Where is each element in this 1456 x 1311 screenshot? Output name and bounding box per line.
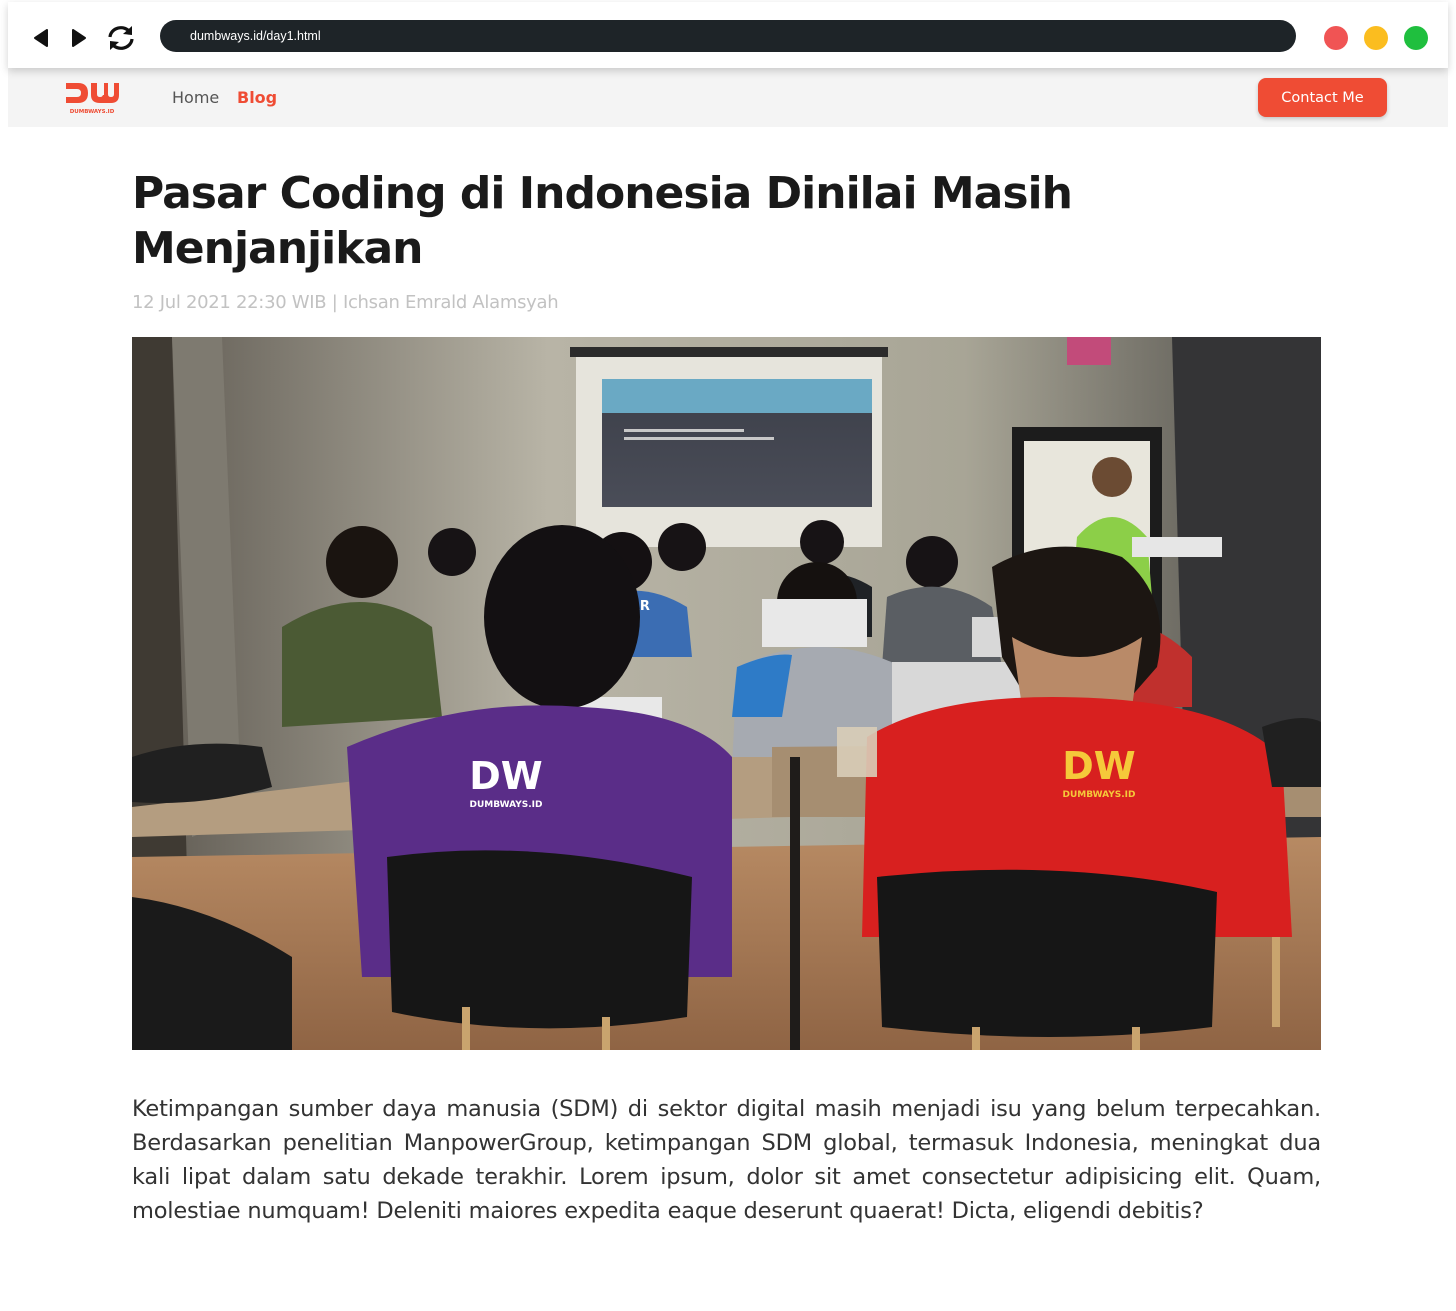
nav-link-blog[interactable]: Blog [237, 88, 277, 107]
back-arrow-icon[interactable] [26, 23, 56, 53]
site-navbar: DUMBWAYS.ID Home Blog Contact Me [8, 68, 1448, 127]
minimize-window-dot[interactable] [1364, 26, 1388, 50]
left-shirt-logo: DW [469, 754, 542, 798]
article-title: Pasar Coding di Indonesia Dinilai Masih … [132, 168, 1073, 274]
left-shirt-caption: DUMBWAYS.ID [470, 800, 543, 810]
dumbways-logo[interactable]: DUMBWAYS.ID [64, 80, 120, 116]
blog-article: Pasar Coding di Indonesia Dinilai Masih … [132, 166, 1322, 1224]
logo-caption: DUMBWAYS.ID [70, 109, 115, 115]
address-bar[interactable]: dumbways.id/day1.html [160, 20, 1296, 52]
right-shirt-logo: DW [1062, 744, 1135, 788]
contact-me-button[interactable]: Contact Me [1258, 78, 1387, 117]
right-shirt-caption: DUMBWAYS.ID [1063, 790, 1136, 800]
nav-link-home[interactable]: Home [172, 88, 219, 107]
article-hero-image: INAR DW DUMBWAYS.ID [132, 337, 1321, 1050]
close-window-dot[interactable] [1324, 26, 1348, 50]
article-meta: 12 Jul 2021 22:30 WIB | Ichsan Emrald Al… [132, 292, 559, 313]
maximize-window-dot[interactable] [1404, 26, 1428, 50]
reload-icon[interactable] [104, 23, 138, 53]
article-body: Ketimpangan sumber daya manusia (SDM) di… [132, 1096, 1321, 1224]
forward-arrow-icon[interactable] [64, 23, 94, 53]
browser-toolbar: dumbways.id/day1.html [8, 2, 1448, 68]
